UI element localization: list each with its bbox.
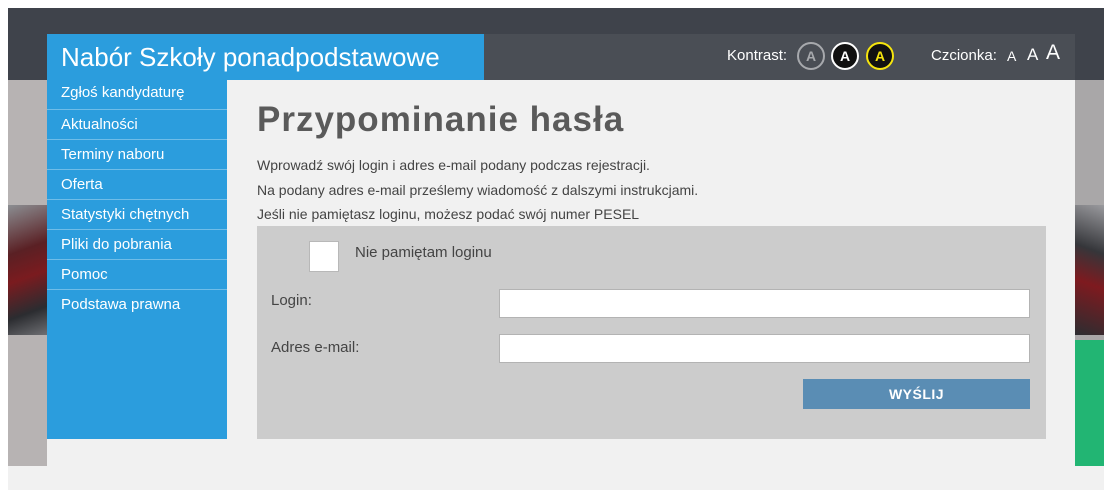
page-title: Przypominanie hasła <box>257 100 625 139</box>
font-size-medium-button[interactable]: A <box>1027 45 1038 65</box>
sidebar-item-pomoc[interactable]: Pomoc <box>47 260 227 290</box>
description-line: Wprowadź swój login i adres e-mail podan… <box>257 157 650 173</box>
background-left-image <box>8 205 47 335</box>
sidebar-item-podstawa-prawna[interactable]: Podstawa prawna <box>47 290 227 320</box>
background-right-green <box>1075 340 1104 466</box>
sidebar-item-terminy-naboru[interactable]: Terminy naboru <box>47 140 227 170</box>
description-line: Jeśli nie pamiętasz loginu, możesz podać… <box>257 206 640 222</box>
sidebar-item-oferta[interactable]: Oferta <box>47 170 227 200</box>
sidebar-nav: Zgłoś kandydaturę Aktualności Terminy na… <box>47 80 227 439</box>
contrast-default-button[interactable]: A <box>797 42 825 70</box>
font-size-small-button[interactable]: A <box>1007 48 1016 64</box>
description-line: Na podany adres e-mail prześlemy wiadomo… <box>257 182 699 198</box>
forgot-login-label[interactable]: Nie pamiętam loginu <box>355 244 492 261</box>
email-input[interactable] <box>499 334 1030 363</box>
footer-band <box>8 466 1104 490</box>
background-right-image <box>1075 205 1104 335</box>
sidebar-item-zglos-kandydature[interactable]: Zgłoś kandydaturę <box>47 80 227 110</box>
contrast-black-white-button[interactable]: A <box>831 42 859 70</box>
login-input[interactable] <box>499 289 1030 318</box>
email-label: Adres e-mail: <box>271 339 360 356</box>
login-label: Login: <box>271 292 312 309</box>
sidebar-item-pliki[interactable]: Pliki do pobrania <box>47 230 227 260</box>
font-size-large-button[interactable]: A <box>1046 41 1060 65</box>
font-size-label: Czcionka: <box>931 47 997 64</box>
sidebar-item-aktualnosci[interactable]: Aktualności <box>47 110 227 140</box>
contrast-black-yellow-button[interactable]: A <box>866 42 894 70</box>
site-title[interactable]: Nabór Szkoły ponadpodstawowe <box>47 34 484 80</box>
forgot-login-checkbox[interactable] <box>309 241 339 272</box>
contrast-label: Kontrast: <box>727 47 788 64</box>
submit-button[interactable]: WYŚLIJ <box>803 379 1030 409</box>
sidebar-item-statystyki[interactable]: Statystyki chętnych <box>47 200 227 230</box>
